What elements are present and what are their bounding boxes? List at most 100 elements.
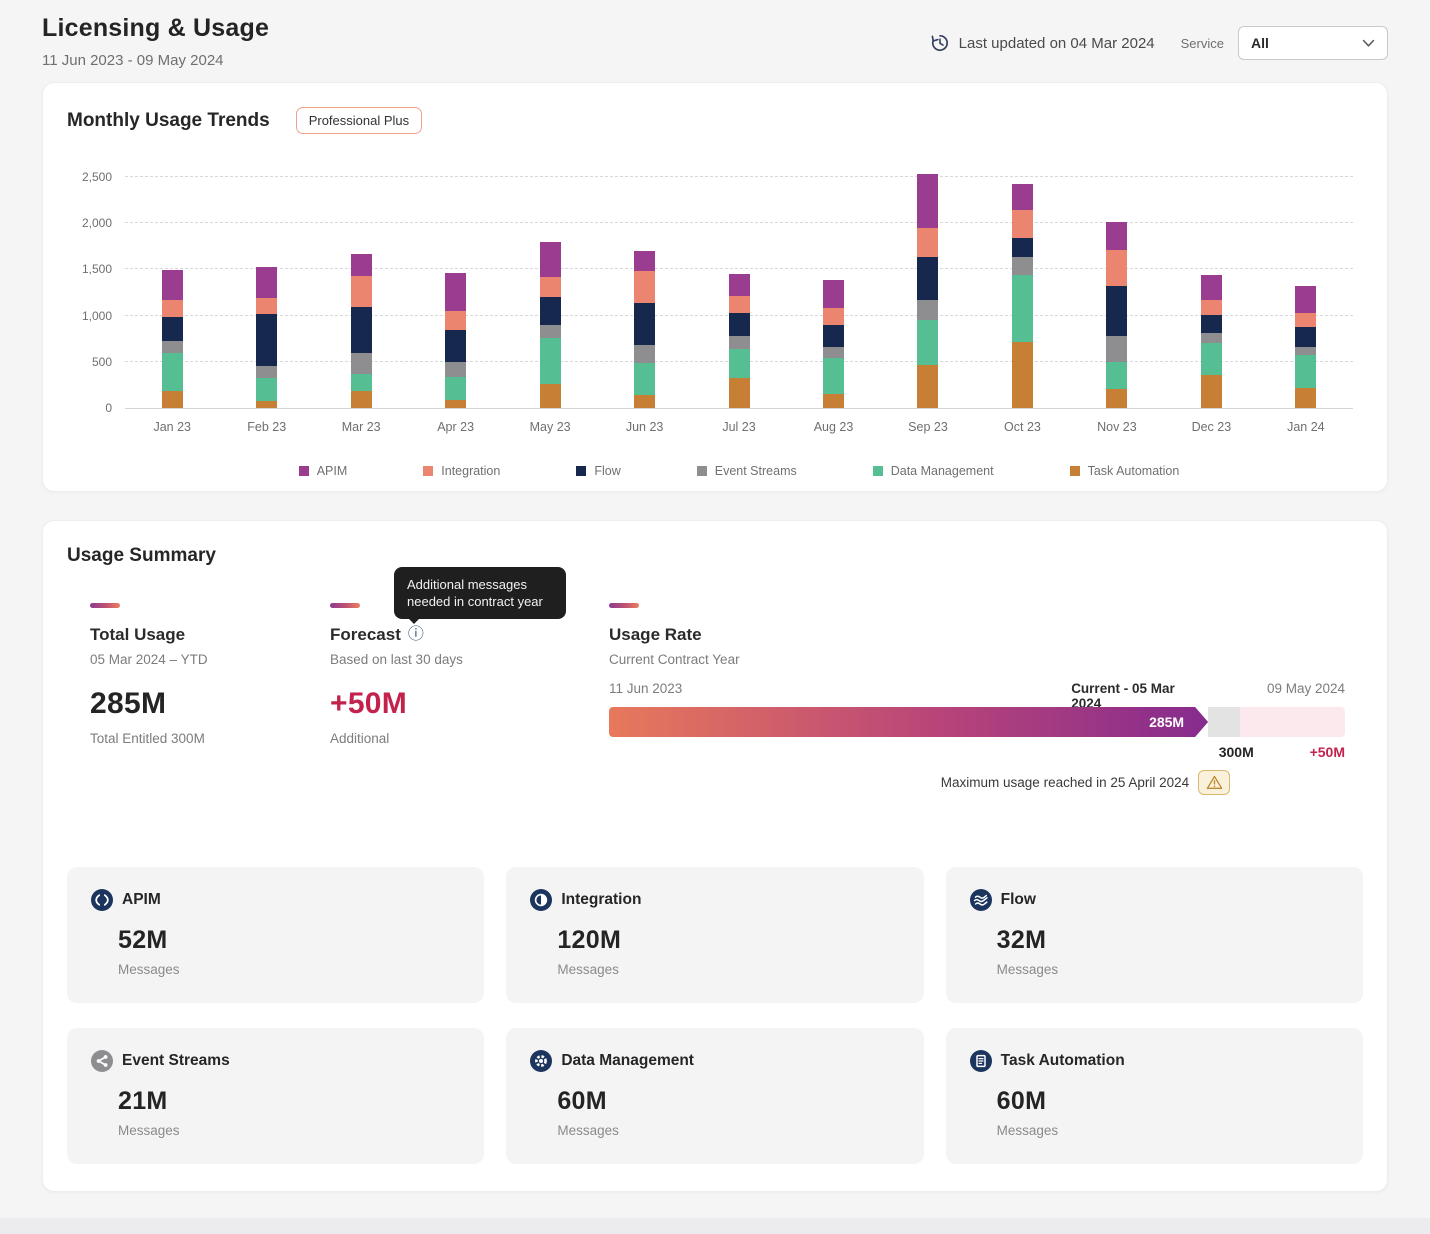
legend-swatch-icon <box>1070 466 1080 476</box>
usage-rate-end-date: 09 May 2024 <box>1267 681 1345 696</box>
usage-rate-title: Usage Rate <box>609 625 1363 645</box>
stacked-bar <box>540 242 561 408</box>
bar-segment <box>1106 336 1127 361</box>
bar-segment <box>162 341 183 353</box>
bar-segment <box>162 270 183 300</box>
bar-segment <box>162 317 183 341</box>
bar-segment <box>634 271 655 302</box>
usage-rate-used-segment: 285M <box>609 707 1208 737</box>
bar-segment <box>1201 300 1222 314</box>
legend-swatch-icon <box>299 466 309 476</box>
bar-segment <box>1012 184 1033 210</box>
x-axis-tick-label: Oct 23 <box>975 420 1069 434</box>
y-axis-tick-label: 0 <box>105 401 112 415</box>
bar-segment <box>540 297 561 325</box>
chart-bar-column <box>503 164 597 408</box>
legend-label: Integration <box>441 464 500 478</box>
bar-segment <box>351 391 372 408</box>
total-usage-footnote: Total Entitled 300M <box>90 731 330 746</box>
legend-item[interactable]: Data Management <box>873 464 994 478</box>
bar-segment <box>540 384 561 408</box>
page-header-right: Last updated on 04 Mar 2024 Service All <box>930 26 1388 60</box>
bar-segment <box>729 378 750 408</box>
page-title: Licensing & Usage <box>42 14 269 43</box>
usage-rate-start-date: 11 Jun 2023 <box>609 681 682 696</box>
bar-segment <box>445 377 466 400</box>
usage-rate-additional-label: +50M <box>1310 744 1345 760</box>
apim-icon <box>91 889 113 911</box>
x-axis-tick-label: Mar 23 <box>314 420 408 434</box>
total-usage-value: 285M <box>90 687 330 721</box>
usage-trends-chart: 05001,0001,5002,0002,500 Jan 23Feb 23Mar… <box>125 164 1353 478</box>
metric-unit: Messages <box>997 1123 1339 1138</box>
metric-value: 32M <box>997 926 1339 955</box>
metric-name: Data Management <box>561 1052 694 1070</box>
bar-segment <box>1201 275 1222 300</box>
legend-item[interactable]: Integration <box>423 464 500 478</box>
legend-label: Event Streams <box>715 464 797 478</box>
metric-unit: Messages <box>118 1123 460 1138</box>
x-axis-tick-label: Aug 23 <box>786 420 880 434</box>
metric-unit: Messages <box>557 962 899 977</box>
bar-segment <box>634 395 655 408</box>
bar-segment <box>351 307 372 352</box>
total-usage-subtitle: 05 Mar 2024 – YTD <box>90 652 330 667</box>
bar-segment <box>256 401 277 408</box>
bar-segment <box>1295 388 1316 408</box>
chart-bar-column <box>881 164 975 408</box>
page-footer-strip <box>0 1218 1430 1234</box>
bar-segment <box>823 325 844 347</box>
chart-xlabels: Jan 23Feb 23Mar 23Apr 23May 23Jun 23Jul … <box>125 420 1353 434</box>
bar-segment <box>1012 342 1033 408</box>
bar-segment <box>1012 238 1033 257</box>
service-select-value: All <box>1251 35 1269 51</box>
bar-segment <box>351 254 372 276</box>
x-axis-tick-label: Apr 23 <box>408 420 502 434</box>
bar-segment <box>1012 257 1033 276</box>
stacked-bar <box>634 251 655 408</box>
chart-bar-column <box>125 164 219 408</box>
stacked-bar <box>1295 286 1316 408</box>
data-management-icon <box>530 1050 552 1072</box>
bar-segment <box>823 347 844 358</box>
forecast-footnote: Additional <box>330 731 609 746</box>
x-axis-tick-label: Feb 23 <box>219 420 313 434</box>
bar-segment <box>162 391 183 408</box>
metric-name: Flow <box>1001 891 1036 909</box>
usage-rate-remaining-segment <box>1208 707 1240 737</box>
x-axis-tick-label: Jan 23 <box>125 420 219 434</box>
event-streams-icon <box>91 1050 113 1072</box>
metric-name: APIM <box>122 891 161 909</box>
bar-segment <box>917 174 938 228</box>
bar-segment <box>729 296 750 313</box>
chart-legend: APIM Integration Flow Event Streams Data Man… <box>125 464 1353 478</box>
legend-item[interactable]: Task Automation <box>1070 464 1180 478</box>
service-select[interactable]: All <box>1238 26 1388 60</box>
x-axis-tick-label: Sep 23 <box>881 420 975 434</box>
bar-segment <box>1295 313 1316 327</box>
flow-icon <box>970 889 992 911</box>
legend-item[interactable]: Event Streams <box>697 464 797 478</box>
stacked-bar <box>1201 275 1222 408</box>
bar-segment <box>1201 375 1222 408</box>
bar-segment <box>256 298 277 314</box>
last-updated: Last updated on 04 Mar 2024 <box>930 33 1155 53</box>
y-axis-tick-label: 1,500 <box>82 262 112 276</box>
bar-segment <box>917 365 938 408</box>
monthly-usage-trends-card: Monthly Usage Trends Professional Plus 0… <box>42 82 1388 492</box>
warning-badge[interactable] <box>1198 770 1230 795</box>
bar-segment <box>917 257 938 300</box>
usage-rate-block: Usage Rate Current Contract Year 11 Jun … <box>609 603 1363 795</box>
usage-rate-additional-segment <box>1240 707 1345 737</box>
chart-bar-column <box>314 164 408 408</box>
forecast-title: Forecast <box>330 625 401 645</box>
service-metric-grid: APIM 52M Messages Integration 120M Messa… <box>67 867 1363 1164</box>
chart-bar-column <box>692 164 786 408</box>
bar-segment <box>1295 347 1316 355</box>
legend-item[interactable]: Flow <box>576 464 620 478</box>
legend-item[interactable]: APIM <box>299 464 348 478</box>
legend-swatch-icon <box>576 466 586 476</box>
bar-segment <box>1201 343 1222 375</box>
stacked-bar <box>351 254 372 408</box>
bar-segment <box>445 311 466 330</box>
